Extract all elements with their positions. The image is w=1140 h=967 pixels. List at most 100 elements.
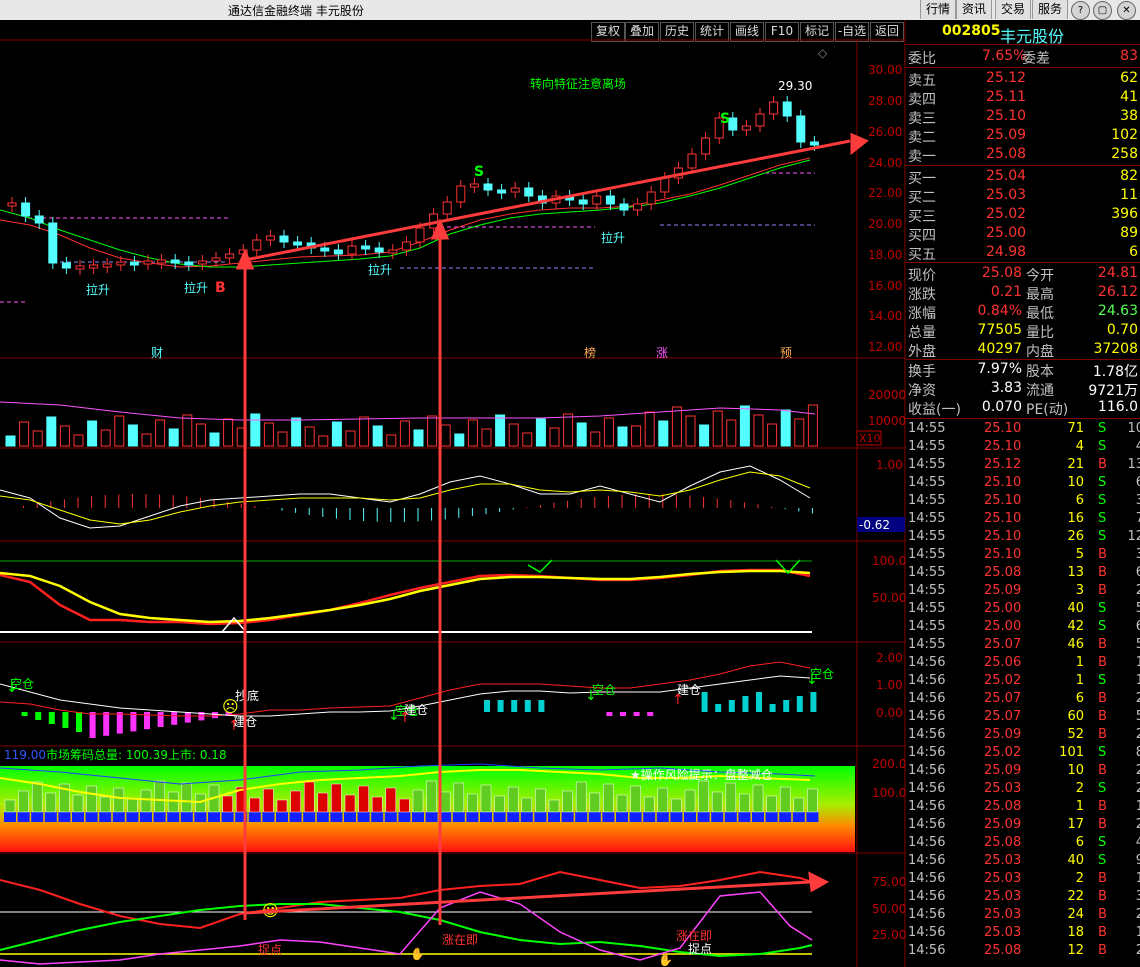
finance-label: 收益(一) <box>908 402 961 418</box>
chips-bar <box>548 799 560 813</box>
candle-body <box>279 235 289 243</box>
kd-axis: 100.0 50.00 <box>872 554 906 605</box>
volume-bar <box>794 418 805 447</box>
candle-body <box>769 101 779 115</box>
tab-market[interactable]: 行情 <box>920 0 956 19</box>
candle-body <box>442 201 452 215</box>
volume-bars <box>5 404 818 447</box>
zhuodian-label: 捉点 <box>688 941 712 956</box>
event-rise-label: 涨 <box>656 345 668 360</box>
chips-bar <box>331 783 342 813</box>
volume-bar <box>304 426 315 447</box>
zhuodian-label: 捉点 <box>258 942 282 957</box>
tick-volume: 17 <box>1067 817 1084 832</box>
close-icon[interactable]: ✕ <box>1117 1 1136 20</box>
volume-bar <box>767 423 778 447</box>
tick-side: B <box>1098 655 1107 670</box>
candlesticks <box>7 96 819 275</box>
chips-bar-base <box>711 812 724 822</box>
tick-volume: 6 <box>1075 835 1084 850</box>
up-arrow-icon: ↑ <box>672 692 684 708</box>
candle-body <box>510 187 520 193</box>
volume-ma <box>0 401 816 421</box>
tick-side: S <box>1098 421 1107 436</box>
volume-bar <box>726 419 737 447</box>
chips-bar-base <box>180 812 193 822</box>
tick-price: 25.09 <box>984 727 1022 742</box>
tick-row: 14:55 25.10 16 S 7 <box>906 511 1140 529</box>
chips-bar <box>562 790 573 813</box>
tick-volume: 13 <box>1067 565 1084 580</box>
quote-label: 最低 <box>1026 306 1054 322</box>
chips-bar <box>127 798 138 813</box>
help-icon[interactable]: ? <box>1071 1 1090 20</box>
tick-volume: 1 <box>1075 799 1084 814</box>
tick-price: 25.08 <box>984 943 1022 958</box>
chips-bar-base <box>357 812 370 822</box>
signal-bar <box>742 696 749 712</box>
tick-row: 14:56 25.02 1 S 1 <box>906 673 1140 691</box>
chips-bar-base <box>371 812 384 822</box>
signal-bar <box>62 712 69 728</box>
ask-volume: 41 <box>1120 89 1138 105</box>
finance-value: 9721万 <box>1088 383 1138 399</box>
chips-bar-base <box>330 812 343 822</box>
signal-bar <box>524 700 531 712</box>
tick-row: 14:56 25.03 22 B 3 <box>906 889 1140 907</box>
volume-bar <box>359 416 370 447</box>
zhangzaiji-label: 涨在即 <box>676 928 712 943</box>
chips-bar-base <box>629 812 642 822</box>
tick-price: 25.03 <box>984 871 1022 886</box>
tick-side: S <box>1098 853 1107 868</box>
chips-bar-base <box>384 812 397 822</box>
chips-bar-base <box>561 812 574 822</box>
volume-bar <box>631 425 642 447</box>
tab-news[interactable]: 资讯 <box>956 0 992 19</box>
tab-service[interactable]: 服务 <box>1032 0 1068 19</box>
candle-body <box>619 203 629 211</box>
volume-bar <box>617 426 628 447</box>
tick-count: 3 <box>1135 493 1140 508</box>
tab-trade[interactable]: 交易 <box>995 0 1031 19</box>
signal-bar <box>783 700 790 712</box>
ask-row: 卖三 25.10 38 <box>906 108 1140 127</box>
chips-bar <box>766 795 777 813</box>
chips-bar <box>494 795 505 813</box>
chips-bar-base <box>643 812 656 822</box>
chips-bar-base <box>425 812 438 822</box>
volume-bar <box>535 418 546 447</box>
volume-bar <box>603 417 614 447</box>
tick-row: 14:55 25.07 46 B 5 <box>906 637 1140 655</box>
finance-label: 净资 <box>908 383 936 399</box>
candle-body <box>687 153 697 169</box>
bottom-line-red <box>0 870 813 930</box>
candle-body <box>578 199 588 205</box>
svg-text:2.00: 2.00 <box>876 651 903 665</box>
tick-count: 7 <box>1135 511 1140 526</box>
tick-side: B <box>1098 799 1107 814</box>
tick-price: 25.03 <box>984 889 1022 904</box>
tick-time: 14:55 <box>908 583 946 598</box>
chart-area[interactable]: 30.00 28.00 26.00 24.00 22.00 20.00 18.0… <box>0 20 906 967</box>
chips-bar-base <box>221 812 234 822</box>
tick-row: 14:56 25.07 6 B 2 <box>906 691 1140 709</box>
ask-price: 25.11 <box>986 89 1027 105</box>
tick-count: 1 <box>1135 799 1140 814</box>
quote-value: 24.81 <box>1097 265 1138 281</box>
volume-bar <box>671 406 682 447</box>
tick-side: B <box>1098 457 1107 472</box>
volume-bar <box>5 435 16 447</box>
candle-body <box>660 177 670 193</box>
candle-body <box>646 191 656 205</box>
chips-bar <box>154 780 165 813</box>
signal-bar <box>171 712 178 725</box>
restore-icon[interactable]: ▢ <box>1093 1 1112 20</box>
chips-bar-base <box>31 812 44 822</box>
tick-count: 9 <box>1135 853 1140 868</box>
tick-time: 14:55 <box>908 493 946 508</box>
tick-price: 25.10 <box>984 529 1022 544</box>
quote-value: 25.08 <box>981 265 1022 281</box>
candle-body <box>524 187 534 197</box>
volume-bar <box>263 422 274 447</box>
signal-bar <box>728 700 735 712</box>
